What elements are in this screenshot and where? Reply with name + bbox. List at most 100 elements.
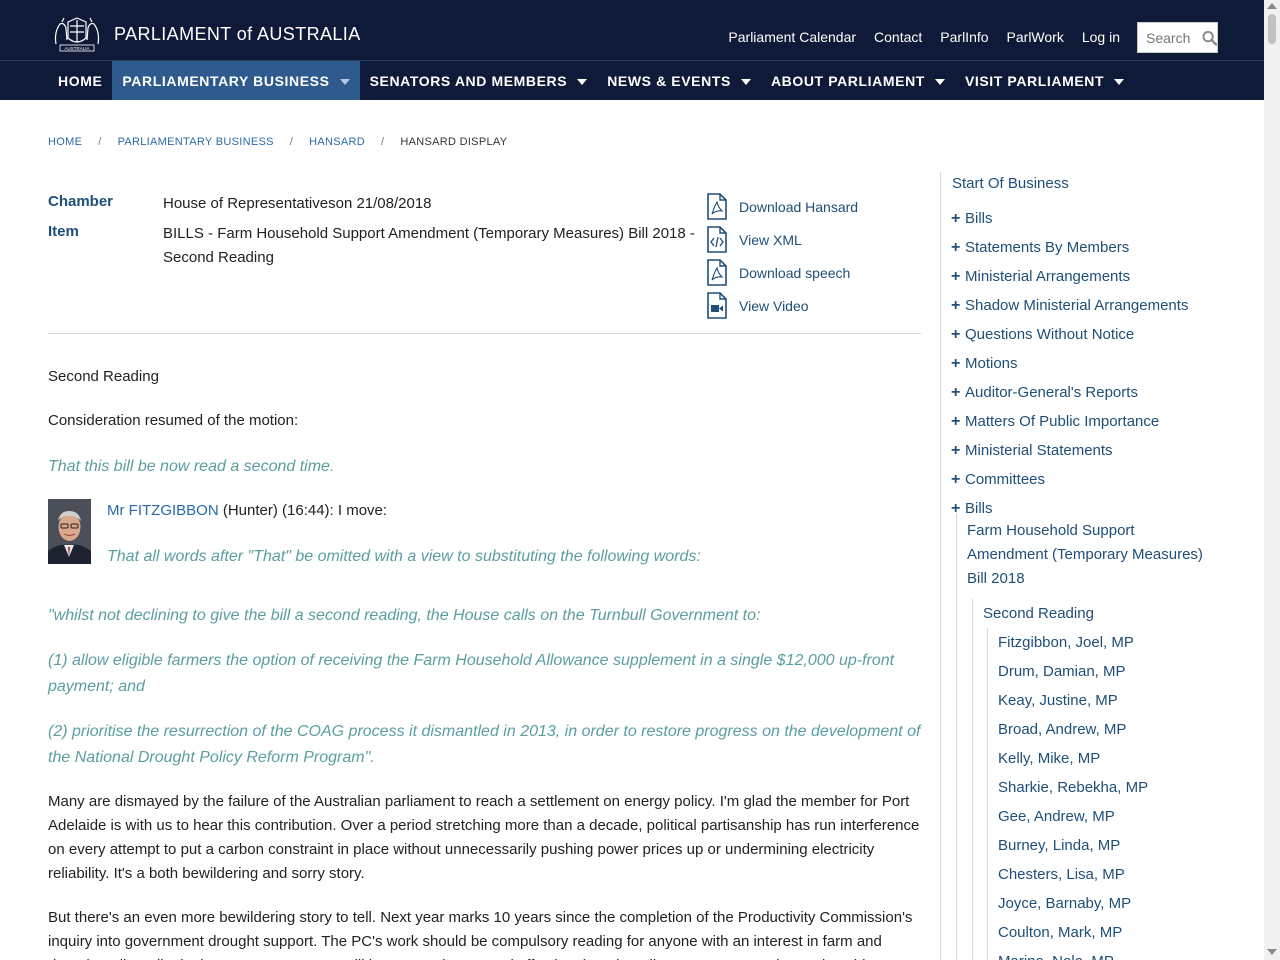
toc-item-questions-without-notice[interactable]: + Questions Without Notice [951, 320, 1251, 349]
breadcrumb-parliamentary-business[interactable]: PARLIAMENTARY BUSINESS [118, 136, 274, 148]
toc-item-label: Shadow Ministerial Arrangements [965, 297, 1189, 314]
speaker-name-link[interactable]: Mr FITZGIBBON [107, 502, 219, 519]
speech-paragraph: But there's an even more bewildering sto… [48, 909, 913, 960]
plus-icon: + [951, 267, 961, 285]
view-xml-link[interactable]: View XML [739, 232, 802, 248]
speaker-details: (Hunter) (16:44): I move: [218, 502, 388, 519]
login-link[interactable]: Log in [1082, 29, 1120, 45]
toc-item-motions[interactable]: + Motions [951, 349, 1251, 378]
toc-item-ministerial-statements[interactable]: + Ministerial Statements [951, 436, 1251, 465]
amendment-text: That all words after "That" be omitted w… [107, 548, 701, 565]
view-video-link[interactable]: View Video [739, 298, 809, 314]
toc-speaker-item[interactable]: Marino, Nola, MP [998, 947, 1241, 960]
toc-start-of-business[interactable]: Start Of Business [952, 175, 1069, 192]
intro-text: Consideration resumed of the motion: [48, 412, 299, 429]
speaker-line: Mr FITZGIBBON (Hunter) (16:44): I move: [107, 499, 921, 523]
toc-speaker-item[interactable]: Joyce, Barnaby, MP [998, 889, 1241, 918]
toc-item-bills[interactable]: + Bills [951, 204, 1251, 233]
toc-speaker-item[interactable]: Coulton, Mark, MP [998, 918, 1241, 947]
parlinfo-link[interactable]: ParlInfo [940, 29, 988, 45]
toc-item-label: Matters Of Public Importance [965, 413, 1160, 430]
nav-senators-and-members[interactable]: SENATORS AND MEMBERS [360, 61, 598, 100]
nav-label: HOME [58, 72, 103, 89]
toc-bill-title[interactable]: Farm Household Support Amendment (Tempor… [957, 513, 1212, 591]
nav-about-parliament[interactable]: ABOUT PARLIAMENT [761, 61, 955, 100]
nav-parliamentary-business[interactable]: PARLIAMENTARY BUSINESS [112, 61, 360, 100]
plus-icon: + [951, 209, 961, 227]
toc-speaker-item[interactable]: Gee, Andrew, MP [998, 802, 1241, 831]
contact-link[interactable]: Contact [874, 29, 922, 45]
toc-speaker-item[interactable]: Burney, Linda, MP [998, 831, 1241, 860]
search-icon[interactable] [1202, 30, 1217, 46]
page-scrollbar[interactable] [1264, 0, 1280, 960]
toc-item-committees[interactable]: + Committees [951, 465, 1251, 494]
toc-item-label: Auditor-General's Reports [965, 384, 1138, 401]
chevron-down-icon [577, 78, 588, 85]
download-hansard-item[interactable]: Download Hansard [706, 190, 858, 223]
toc-speaker-item[interactable]: Chesters, Lisa, MP [998, 860, 1241, 889]
download-speech-item[interactable]: Download speech [706, 256, 858, 289]
amendment-text: (1) allow eligible farmers the option of… [48, 652, 895, 695]
speaker-photo [48, 499, 91, 564]
search-input[interactable] [1146, 29, 1202, 46]
scrollbar-thumb[interactable] [1268, 14, 1276, 44]
toc-item-label: Questions Without Notice [965, 326, 1135, 343]
view-xml-item[interactable]: View XML [706, 223, 858, 256]
nav-home[interactable]: HOME [48, 61, 112, 100]
chamber-label: Chamber [48, 193, 114, 210]
toc-item-shadow-ministerial-arrangements[interactable]: + Shadow Ministerial Arrangements [951, 291, 1251, 320]
download-links: Download Hansard View XML Download speec… [706, 190, 858, 322]
toc-speaker-item[interactable]: Sharkie, Rebekha, MP [998, 773, 1241, 802]
divider [48, 333, 921, 334]
section-heading: Second Reading [48, 368, 159, 385]
download-hansard-link[interactable]: Download Hansard [739, 199, 858, 215]
pdf-icon [707, 259, 727, 286]
scroll-down-icon[interactable] [1267, 949, 1277, 955]
parlwork-link[interactable]: ParlWork [1007, 29, 1064, 45]
pdf-icon [707, 193, 727, 220]
download-speech-link[interactable]: Download speech [739, 265, 850, 281]
speaker-avatar[interactable] [48, 499, 91, 564]
nav-label: VISIT PARLIAMENT [964, 72, 1105, 89]
toc-item-label: Bills [965, 210, 993, 227]
plus-icon: + [951, 296, 961, 314]
view-video-item[interactable]: View Video [706, 289, 858, 322]
toc-item-statements-by-members[interactable]: + Statements By Members [951, 233, 1251, 262]
site-logo[interactable]: AUSTRALIA PARLIAMENT of AUSTRALIA [48, 14, 361, 54]
nav-label: ABOUT PARLIAMENT [770, 72, 925, 89]
toc-item-matters-of-public-importance[interactable]: + Matters Of Public Importance [951, 407, 1251, 436]
toc-item-auditor-generals-reports[interactable]: + Auditor-General's Reports [951, 378, 1251, 407]
toc-item-label: Ministerial Statements [965, 442, 1113, 459]
toc-item-label: Committees [965, 471, 1046, 488]
toc-speaker-item[interactable]: Fitzgibbon, Joel, MP [998, 628, 1241, 657]
breadcrumb: HOME / PARLIAMENTARY BUSINESS / HANSARD … [48, 136, 507, 148]
toc-speaker-item[interactable]: Broad, Andrew, MP [998, 715, 1241, 744]
toc-reading-subtree: Second Reading Fitzgibbon, Joel, MP Drum… [972, 599, 1241, 960]
plus-icon: + [951, 383, 961, 401]
chevron-down-icon [1114, 78, 1125, 85]
speech-paragraph: Many are dismayed by the failure of the … [48, 793, 920, 882]
nav-visit-parliament[interactable]: VISIT PARLIAMENT [955, 61, 1134, 100]
parliament-calendar-link[interactable]: Parliament Calendar [728, 29, 856, 45]
breadcrumb-home[interactable]: HOME [48, 136, 82, 148]
toc-second-reading[interactable]: Second Reading [983, 599, 1241, 628]
toc-speaker-item[interactable]: Drum, Damian, MP [998, 657, 1241, 686]
toc-speaker-item[interactable]: Keay, Justine, MP [998, 686, 1241, 715]
nav-news-events[interactable]: NEWS & EVENTS [597, 61, 761, 100]
scroll-up-icon[interactable] [1267, 3, 1277, 9]
toc-item-label: Motions [965, 355, 1018, 372]
chamber-value: House of Representativeson 21/08/2018 [163, 195, 432, 212]
utility-links: Parliament Calendar Contact ParlInfo Par… [728, 29, 1120, 45]
toc-speaker-item[interactable]: Kelly, Mike, MP [998, 744, 1241, 773]
plus-icon: + [951, 470, 961, 488]
toc-speaker-list: Fitzgibbon, Joel, MP Drum, Damian, MP Ke… [987, 628, 1241, 960]
chevron-down-icon [934, 78, 945, 85]
toc-item-ministerial-arrangements[interactable]: + Ministerial Arrangements [951, 262, 1251, 291]
xml-icon [707, 226, 727, 253]
nav-label: PARLIAMENTARY BUSINESS [122, 72, 330, 89]
speech-block: Mr FITZGIBBON (Hunter) (16:44): I move: … [48, 499, 921, 589]
plus-icon: + [951, 412, 961, 430]
main-nav: HOME PARLIAMENTARY BUSINESS SENATORS AND… [0, 60, 1264, 100]
nav-label: SENATORS AND MEMBERS [369, 72, 568, 89]
breadcrumb-hansard[interactable]: HANSARD [309, 136, 365, 148]
